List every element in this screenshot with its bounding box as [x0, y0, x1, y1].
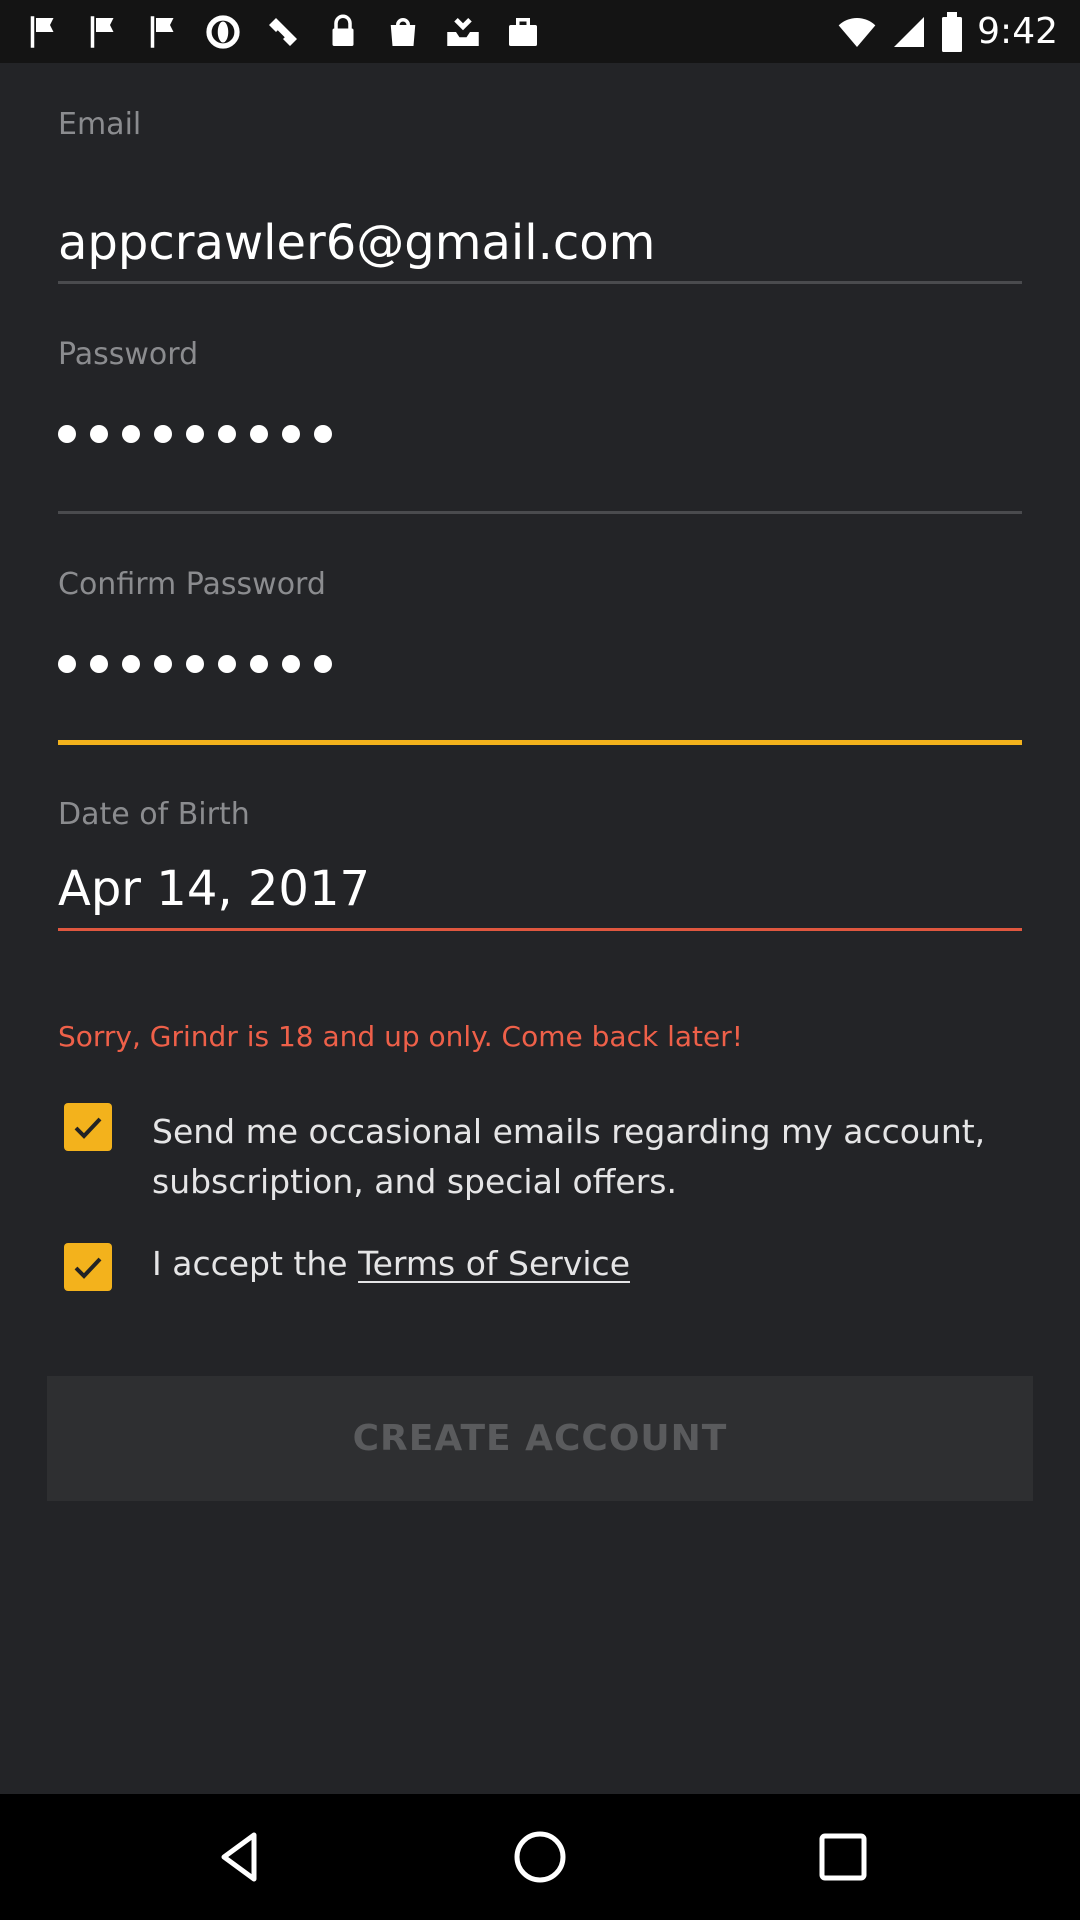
inbox-icon [447, 17, 479, 46]
wifi-icon [838, 17, 876, 47]
mask-dot [154, 655, 172, 673]
mask-dot [314, 655, 332, 673]
mask-dot [314, 425, 332, 443]
mask-dot [90, 425, 108, 443]
opera-icon [206, 14, 240, 49]
dob-field-group: Date of Birth Apr 14, 2017 [58, 797, 1022, 977]
terms-of-service-link[interactable]: Terms of Service [358, 1244, 630, 1283]
password-field-group: Password [58, 337, 1022, 517]
email-opt-in-line1: Send me occasional emails regarding my a… [152, 1112, 986, 1151]
confirm-password-underline [58, 740, 1022, 745]
create-account-button[interactable]: CREATE ACCOUNT [47, 1376, 1033, 1501]
mask-dot [58, 655, 76, 673]
back-button[interactable] [210, 1827, 270, 1887]
mask-dot [90, 655, 108, 673]
dob-underline [58, 928, 1022, 931]
bag-icon [390, 17, 416, 46]
email-opt-in-line2: subscription, and special offers. [152, 1162, 677, 1201]
password-label: Password [58, 337, 199, 372]
confirm-password-field[interactable] [58, 655, 332, 673]
system-status: 9:42 [837, 0, 1058, 63]
password-field[interactable] [58, 425, 332, 443]
mask-dot [282, 655, 300, 673]
status-bar: 9:42 [0, 0, 1080, 63]
mask-dot [186, 655, 204, 673]
confirm-password-label: Confirm Password [58, 567, 326, 602]
dob-field[interactable]: Apr 14, 2017 [58, 861, 1022, 917]
battery-icon [942, 11, 963, 52]
dob-error-message: Sorry, Grindr is 18 and up only. Come ba… [58, 1020, 743, 1053]
recents-square-icon [819, 1833, 867, 1881]
back-triangle-icon [221, 1832, 257, 1882]
checkmark-icon [74, 1117, 102, 1139]
dob-label: Date of Birth [58, 797, 250, 832]
mask-dot [154, 425, 172, 443]
home-button[interactable] [510, 1827, 570, 1887]
lock-icon [332, 14, 354, 46]
flag-icon [150, 15, 174, 48]
terms-prefix: I accept the [152, 1244, 359, 1283]
flag-icon [30, 15, 54, 48]
email-label: Email [58, 107, 142, 142]
confirm-password-field-group: Confirm Password [58, 567, 1022, 747]
mask-dot [218, 655, 236, 673]
terms-row: I accept the Terms of Service [64, 1243, 1024, 1303]
mask-dot [250, 425, 268, 443]
recents-button[interactable] [813, 1827, 873, 1887]
email-field[interactable]: appcrawler6@gmail.com [58, 215, 1022, 271]
email-opt-in-label: Send me occasional emails regarding my a… [152, 1107, 985, 1207]
clock: 9:42 [977, 11, 1058, 52]
terms-checkbox[interactable] [64, 1243, 112, 1291]
home-circle-icon [514, 1831, 566, 1883]
mask-dot [186, 425, 204, 443]
mask-dot [250, 655, 268, 673]
terms-label: I accept the Terms of Service [152, 1239, 630, 1289]
email-opt-in-row: Send me occasional emails regarding my a… [64, 1103, 1024, 1213]
mask-dot [122, 655, 140, 673]
mask-dot [58, 425, 76, 443]
bag-icon [509, 17, 537, 46]
navigation-bar [0, 1794, 1080, 1920]
mask-dot [122, 425, 140, 443]
email-underline [58, 281, 1022, 284]
mask-dot [218, 425, 236, 443]
satellite-icon [269, 17, 297, 46]
checkmark-icon [74, 1257, 102, 1279]
password-underline [58, 511, 1022, 514]
email-opt-in-checkbox[interactable] [64, 1103, 112, 1151]
signal-icon [894, 16, 925, 47]
signup-form: Email appcrawler6@gmail.com Password Con… [0, 63, 1080, 1794]
email-field-group: Email appcrawler6@gmail.com [58, 107, 1022, 287]
mask-dot [282, 425, 300, 443]
flag-icon [90, 15, 114, 48]
notification-icons [22, 0, 544, 63]
